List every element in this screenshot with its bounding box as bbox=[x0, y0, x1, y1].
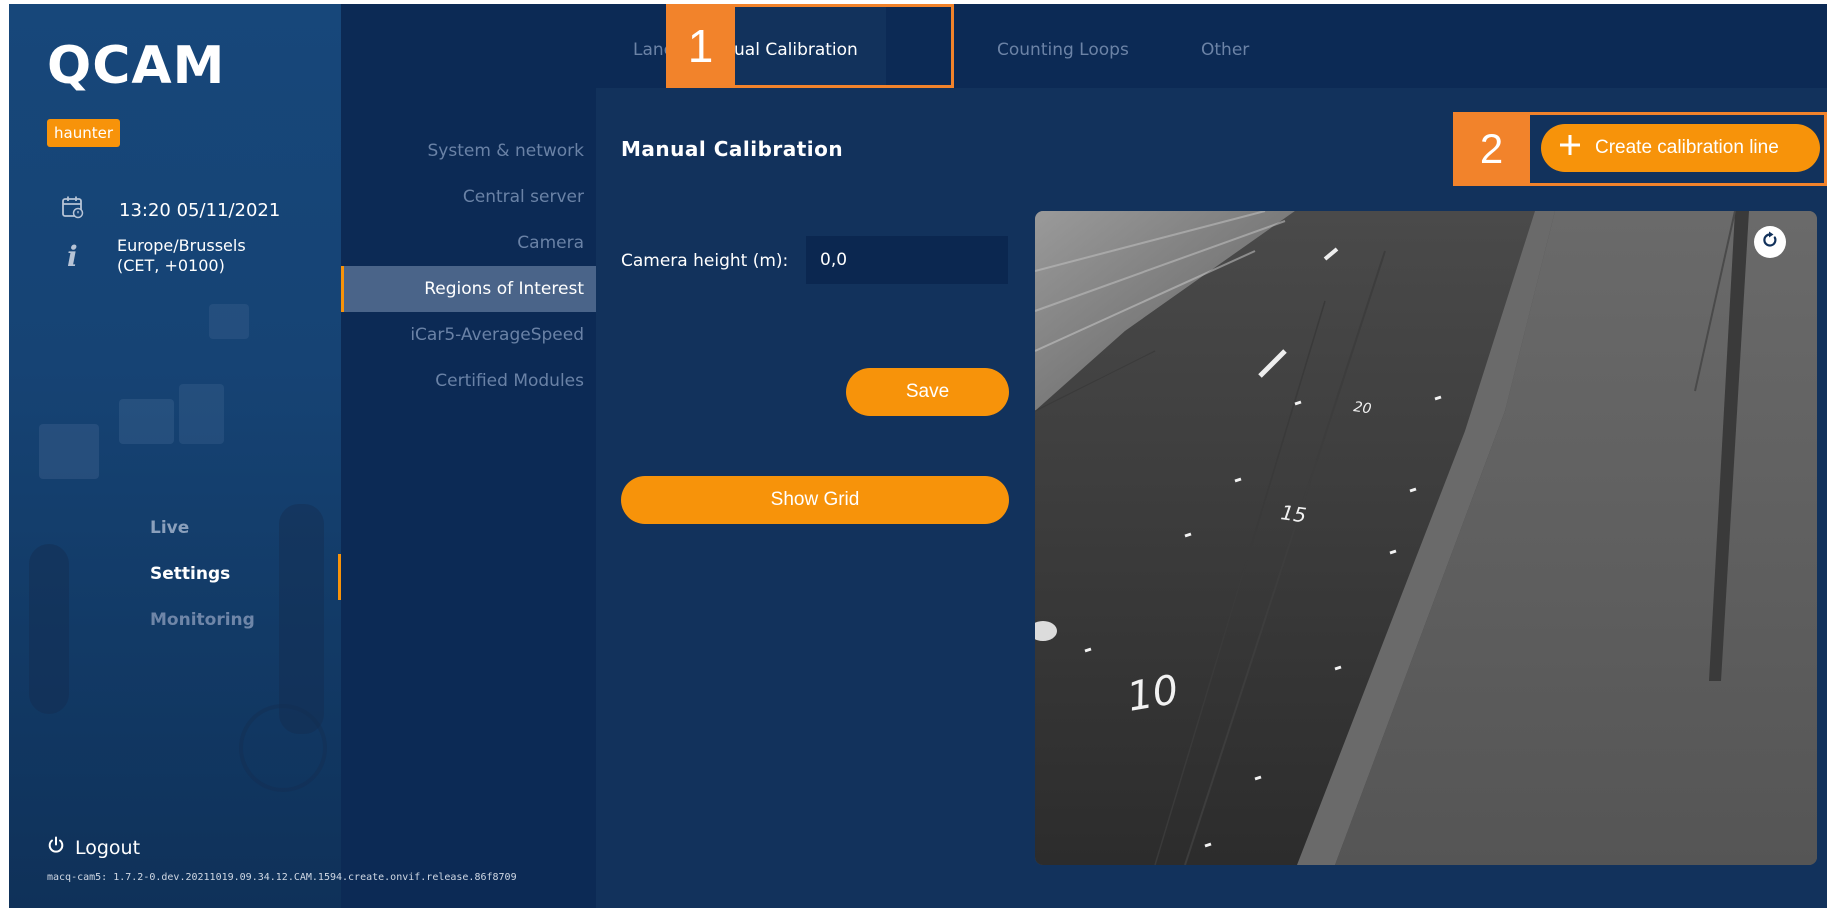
current-datetime: 13:20 05/11/2021 bbox=[119, 200, 281, 221]
logout-label: Logout bbox=[75, 836, 141, 859]
camera-marker-15: 15 bbox=[1279, 500, 1308, 527]
annotation-number-2: 2 bbox=[1453, 112, 1530, 186]
refresh-icon bbox=[1761, 231, 1779, 253]
camera-view[interactable]: 20 15 10 bbox=[1035, 211, 1817, 865]
refresh-image-button[interactable] bbox=[1754, 226, 1786, 258]
version-string: macq-cam5: 1.7.2-0.dev.20211019.09.34.12… bbox=[47, 872, 517, 883]
subnav-item-central-server[interactable]: Central server bbox=[463, 187, 584, 207]
camera-marker-20: 20 bbox=[1352, 399, 1372, 417]
subnav-item-regions-of-interest[interactable]: Regions of Interest bbox=[424, 279, 584, 299]
app-logo: QCAM bbox=[47, 36, 226, 96]
subnav-item-camera[interactable]: Camera bbox=[517, 233, 584, 253]
nav-settings[interactable]: Settings bbox=[150, 564, 230, 584]
timezone-name: Europe/Brussels bbox=[117, 236, 246, 255]
timezone: Europe/Brussels (CET, +0100) bbox=[117, 236, 246, 276]
section-title: Manual Calibration bbox=[621, 137, 844, 161]
subnav-item-certified-modules[interactable]: Certified Modules bbox=[435, 371, 584, 391]
show-grid-button[interactable]: Show Grid bbox=[621, 476, 1009, 524]
sidebar: QCAM haunter 13:20 05/11/2021 i Europe/B… bbox=[9, 4, 341, 908]
create-calibration-line-label: Create calibration line bbox=[1595, 137, 1779, 158]
info-icon: i bbox=[67, 240, 78, 273]
calendar-icon bbox=[61, 195, 85, 223]
timezone-offset: (CET, +0100) bbox=[117, 256, 225, 275]
camera-marker-10: 10 bbox=[1124, 667, 1182, 721]
settings-subnav: System & network Central server Camera R… bbox=[341, 4, 596, 908]
camera-height-input[interactable] bbox=[806, 236, 1008, 284]
subnav-item-icar5-averagespeed[interactable]: iCar5-AverageSpeed bbox=[410, 325, 584, 345]
power-icon bbox=[47, 836, 65, 859]
app-frame: QCAM haunter 13:20 05/11/2021 i Europe/B… bbox=[9, 4, 1827, 908]
nav-live[interactable]: Live bbox=[150, 518, 189, 538]
tab-other[interactable]: Other bbox=[1201, 40, 1249, 60]
annotation-number-1: 1 bbox=[666, 4, 735, 88]
tab-counting-loops[interactable]: Counting Loops bbox=[997, 40, 1129, 60]
save-button[interactable]: Save bbox=[846, 368, 1009, 416]
nav-monitoring[interactable]: Monitoring bbox=[150, 610, 255, 630]
logout-button[interactable]: Logout bbox=[47, 836, 140, 859]
plus-icon bbox=[1559, 134, 1581, 162]
create-calibration-line-button[interactable]: Create calibration line bbox=[1541, 124, 1820, 172]
subnav-item-system-network[interactable]: System & network bbox=[428, 141, 585, 161]
user-badge: haunter bbox=[47, 119, 120, 147]
camera-height-label: Camera height (m): bbox=[621, 251, 789, 271]
camera-image: 20 15 10 bbox=[1035, 211, 1817, 865]
